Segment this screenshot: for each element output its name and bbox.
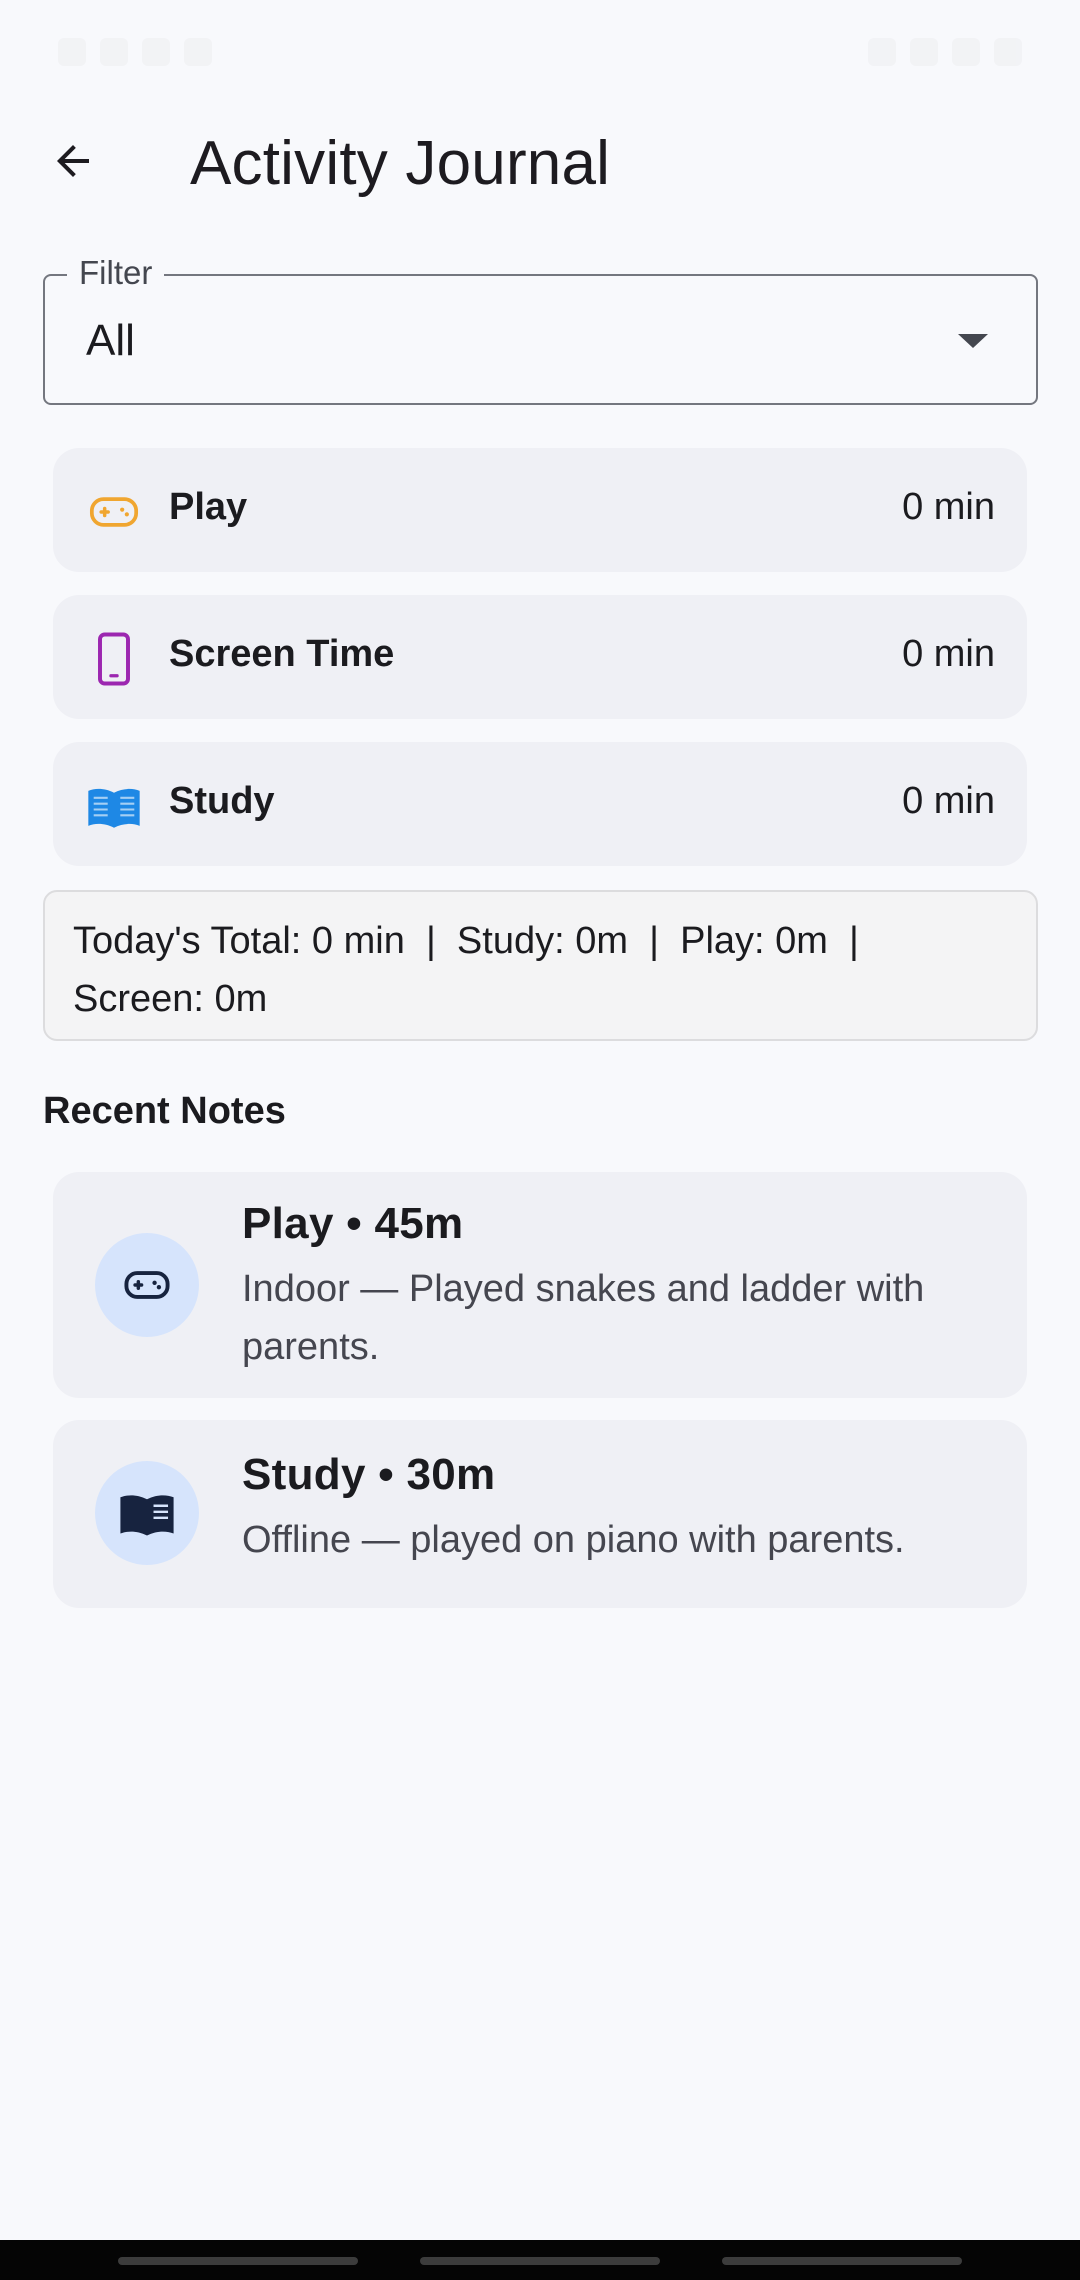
category-card-screen-time[interactable]: Screen Time 0 min: [53, 595, 1027, 719]
category-minutes: 0 min: [902, 486, 995, 528]
arrow-back-icon: [57, 145, 89, 177]
dropdown-arrow-icon: [958, 334, 988, 348]
status-left-icons: [58, 38, 212, 66]
nav-handle-right[interactable]: [722, 2257, 962, 2265]
note-body: Indoor — Played snakes and ladder with p…: [242, 1268, 925, 1368]
filter-selected-value: All: [86, 316, 135, 365]
recent-notes-heading: Recent Notes: [43, 1090, 286, 1132]
back-button[interactable]: [30, 118, 116, 204]
category-card-study[interactable]: Study 0 min: [53, 742, 1027, 866]
filter-dropdown[interactable]: Filter All: [43, 254, 1038, 405]
filter-label: Filter: [67, 254, 165, 292]
system-nav-bar: [0, 2240, 1080, 2280]
summary-line-2: Screen: 0m: [73, 978, 268, 1020]
gamepad-icon: [89, 497, 139, 527]
app-bar: Activity Journal: [0, 100, 1080, 220]
book-icon: [88, 788, 140, 828]
note-body: Offline — played on piano with parents.: [242, 1519, 905, 1561]
category-minutes: 0 min: [902, 780, 995, 822]
note-card-study[interactable]: Study • 30m Offline — played on piano wi…: [53, 1420, 1027, 1608]
nav-handle-center[interactable]: [420, 2257, 660, 2265]
page-title: Activity Journal: [190, 129, 611, 198]
category-name: Screen Time: [169, 633, 395, 675]
daily-summary-box: Today's Total: 0 min | Study: 0m | Play:…: [43, 890, 1038, 1041]
summary-line-1: Today's Total: 0 min | Study: 0m | Play:…: [73, 920, 859, 962]
gamepad-icon: [124, 1271, 170, 1299]
nav-handle-left[interactable]: [118, 2257, 358, 2265]
note-title: Play • 45m: [242, 1199, 464, 1248]
category-name: Play: [169, 486, 248, 528]
note-avatar: [95, 1461, 199, 1565]
book-icon: [120, 1495, 174, 1536]
category-minutes: 0 min: [902, 633, 995, 675]
category-name: Study: [169, 780, 275, 822]
category-card-play[interactable]: Play 0 min: [53, 448, 1027, 572]
note-title: Study • 30m: [242, 1450, 496, 1499]
phone-icon: [98, 632, 130, 686]
status-bar: [0, 0, 1080, 100]
note-card-play[interactable]: Play • 45m Indoor — Played snakes and la…: [53, 1172, 1027, 1398]
status-right-icons: [868, 38, 1022, 66]
note-avatar: [95, 1233, 199, 1337]
